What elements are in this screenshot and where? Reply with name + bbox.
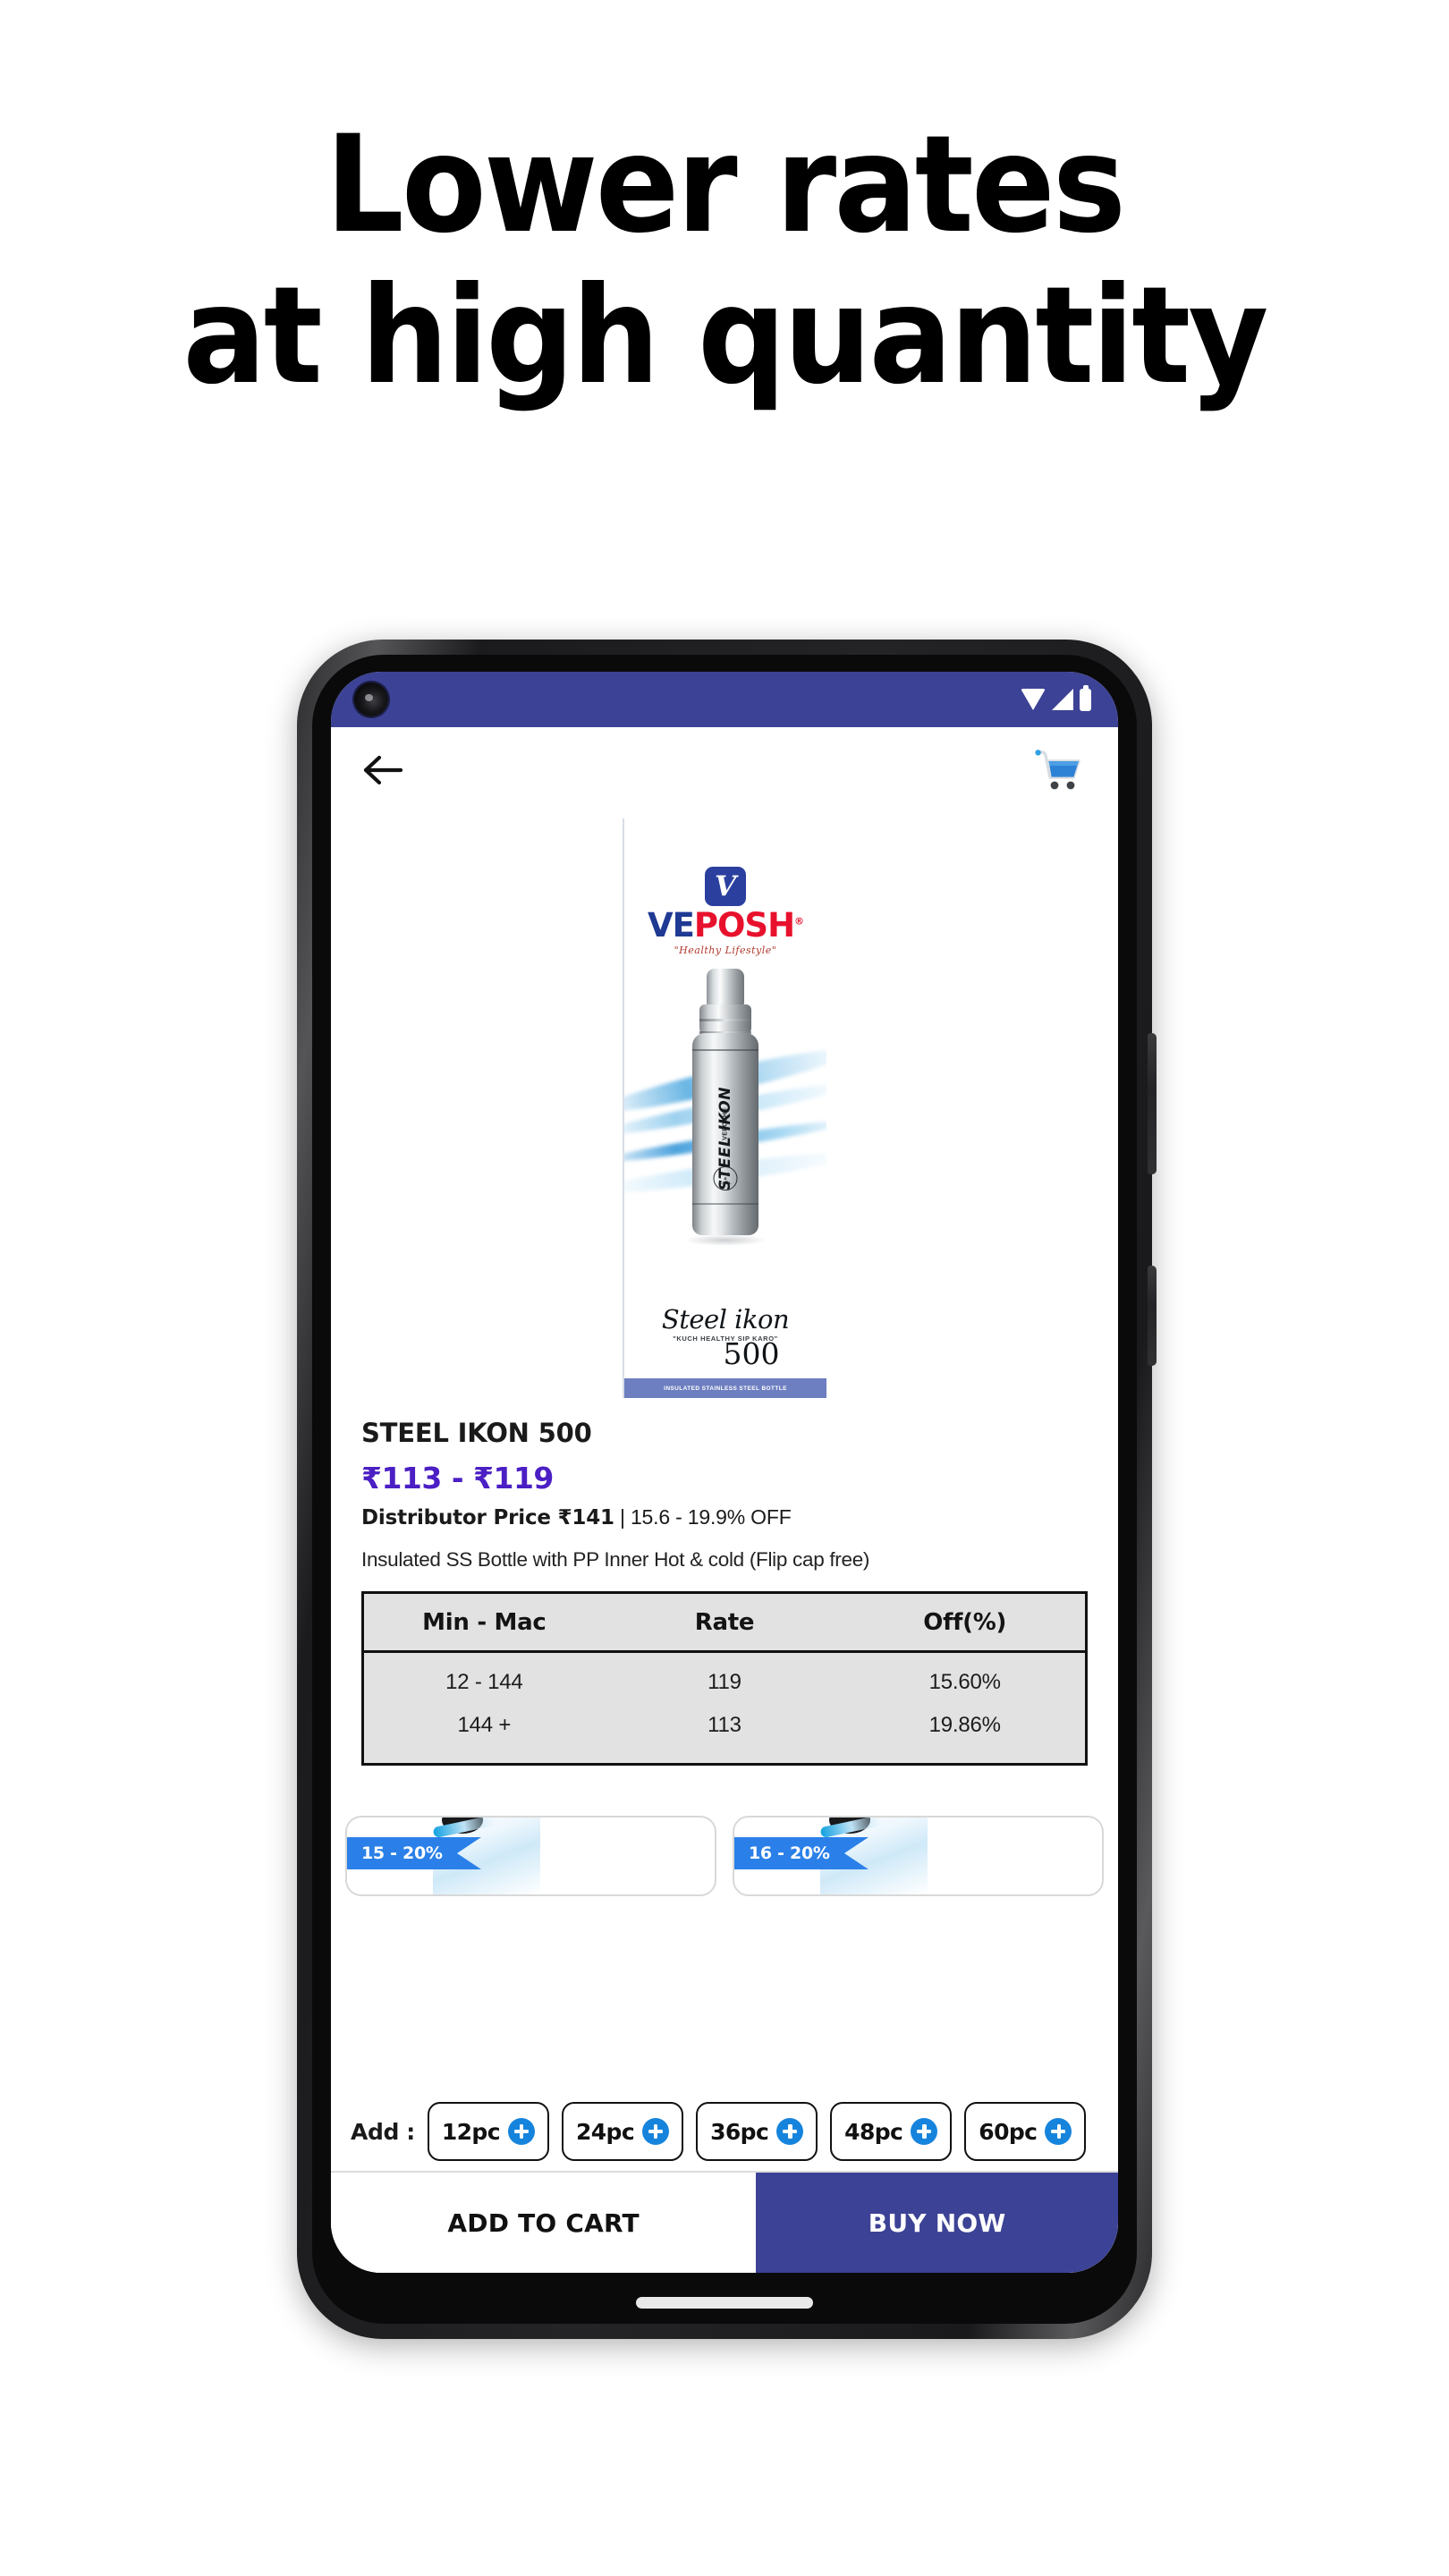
wifi-icon (1021, 689, 1046, 710)
caption-script: Steel ikon (661, 1303, 790, 1335)
product-caption: Steel ikon "KUCH HEALTHY SIP KARO" 500 (624, 1303, 826, 1371)
bottle-shadow (684, 1234, 767, 1246)
row-range: 144 + (457, 1713, 512, 1737)
cool-text: COOL (719, 1181, 732, 1186)
quantity-chip-label: 48pc (844, 2118, 903, 2145)
rate-table-body: 12 - 144 119 15.60% 144 + 113 19.86% (364, 1653, 1085, 1763)
phone-screen: V VEPOSH® "Healthy Lifestyle" VEPOSH® ST… (331, 672, 1118, 2273)
plus-icon[interactable] (642, 2118, 670, 2145)
cart-button[interactable] (1030, 744, 1086, 796)
distributor-price-label: Distributor Price ₹141 (361, 1506, 614, 1530)
quantity-chip-60pc[interactable]: 60pc (964, 2102, 1087, 2161)
product-info: STEEL IKON 500 ₹113 - ₹119 Distributor P… (331, 1398, 1118, 1766)
status-bar (331, 672, 1118, 727)
row-rate: 113 (708, 1713, 741, 1737)
quantity-chip-label: 24pc (575, 2118, 635, 2145)
suggested-products: 15 - 20% 16 - 20% (331, 1816, 1118, 1896)
discount-percent-text: | 15.6 - 19.9% OFF (614, 1505, 792, 1529)
product-title: STEEL IKON 500 (361, 1418, 592, 1448)
quantity-chip-label: 36pc (710, 2118, 769, 2145)
home-indicator[interactable] (636, 2297, 813, 2309)
bottle-body: VEPOSH® STEEL IKON HOT & COOL (692, 1033, 758, 1235)
shopping-cart-icon (1035, 750, 1080, 790)
power-button[interactable] (1148, 1266, 1157, 1366)
veposh-wordmark: VEPOSH® (647, 906, 804, 945)
bottle-cap (707, 969, 744, 1006)
buy-now-button[interactable]: BUY NOW (756, 2173, 1118, 2273)
row-range: 12 - 144 (445, 1670, 523, 1694)
list-item[interactable]: 16 - 20% (733, 1816, 1104, 1896)
caption-footbar: INSULATED STAINLESS STEEL BOTTLE (624, 1378, 826, 1398)
hot-and-cool-badge: HOT & COOL (713, 1166, 738, 1191)
row-rate: 119 (708, 1670, 741, 1694)
add-label: Add : (351, 2118, 415, 2145)
add-to-cart-button[interactable]: ADD TO CART (331, 2173, 757, 2273)
brand-logo: V VEPOSH® "Healthy Lifestyle" (624, 867, 826, 955)
caption-volume: 500 (723, 1335, 780, 1371)
rate-header-off: Off(%) (923, 1609, 1007, 1636)
rate-table-header: Min - Mac Rate Off(%) (364, 1594, 1085, 1653)
front-camera-icon (354, 682, 388, 716)
veposh-mark-icon: V (705, 867, 746, 906)
plus-icon[interactable] (507, 2118, 535, 2145)
quantity-chip-12pc[interactable]: 12pc (427, 2102, 549, 2161)
product-image-area: V VEPOSH® "Healthy Lifestyle" VEPOSH® ST… (331, 813, 1118, 1398)
brand-tagline: "Healthy Lifestyle" (674, 945, 777, 956)
signal-icon (1052, 689, 1073, 710)
quantity-chip-48pc[interactable]: 48pc (830, 2102, 953, 2161)
rate-table: Min - Mac Rate Off(%) 12 - 144 119 15.60… (361, 1591, 1088, 1766)
quantity-chip-24pc[interactable]: 24pc (561, 2102, 684, 2161)
row-off: 19.86% (928, 1713, 1001, 1737)
battery-icon (1080, 684, 1091, 711)
back-button[interactable] (358, 745, 408, 795)
rate-header-rate: Rate (694, 1609, 755, 1636)
list-item[interactable]: 15 - 20% (345, 1816, 716, 1896)
product-description: Insulated SS Bottle with PP Inner Hot & … (361, 1548, 870, 1571)
quantity-chip-label: 12pc (441, 2118, 501, 2145)
rate-header-min-max: Min - Mac (422, 1609, 547, 1636)
phone-mockup: V VEPOSH® "Healthy Lifestyle" VEPOSH® ST… (297, 640, 1157, 2339)
product-detail-content[interactable]: V VEPOSH® "Healthy Lifestyle" VEPOSH® ST… (331, 813, 1118, 2273)
add-quantity-row: Add : 12pc 24pc 36pc 48pc 60pc (331, 2090, 1118, 2173)
promo-headline: Lower rates at high quantity (58, 116, 1391, 405)
bottom-action-bar: ADD TO CART BUY NOW (331, 2171, 1118, 2273)
headline-line-1: Lower rates (325, 107, 1126, 263)
distributor-price-line: Distributor Price ₹141 | 15.6 - 19.9% OF… (361, 1505, 1088, 1530)
plus-icon[interactable] (776, 2118, 804, 2145)
quantity-chip-label: 60pc (979, 2118, 1038, 2145)
headline-line-2: at high quantity (182, 258, 1268, 414)
veposh-mark-letter: V (714, 869, 737, 902)
row-off: 15.60% (928, 1670, 1001, 1694)
quantity-chip-36pc[interactable]: 36pc (696, 2102, 818, 2161)
table-row: 12 - 144 119 15.60% (364, 1661, 1085, 1704)
back-arrow-icon (363, 755, 403, 785)
app-bar (331, 727, 1118, 813)
volume-button[interactable] (1148, 1033, 1157, 1174)
table-row: 144 + 113 19.86% (364, 1704, 1085, 1747)
product-price-range: ₹113 - ₹119 (361, 1461, 554, 1496)
veposh-word-ve: VE (647, 906, 695, 945)
veposh-word-posh: POSH (693, 906, 795, 945)
product-image-card: V VEPOSH® "Healthy Lifestyle" VEPOSH® ST… (623, 818, 826, 1398)
plus-icon[interactable] (1045, 2118, 1072, 2145)
plus-icon[interactable] (911, 2118, 938, 2145)
status-icons (1021, 684, 1091, 711)
bottle-illustration: VEPOSH® STEEL IKON HOT & COOL (684, 969, 767, 1246)
registered-mark: ® (794, 915, 804, 928)
